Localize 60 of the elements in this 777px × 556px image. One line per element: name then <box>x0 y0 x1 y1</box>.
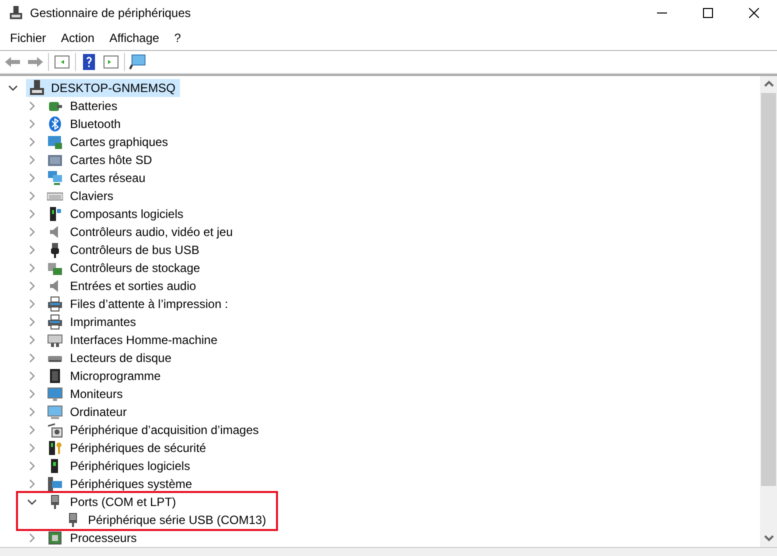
tree-item[interactable]: Ordinateur <box>70 403 127 421</box>
printer-icon <box>47 314 63 330</box>
tree-item[interactable]: Cartes graphiques <box>70 133 168 151</box>
computer-icon <box>29 80 45 96</box>
collapse-chevron-icon[interactable] <box>27 497 37 507</box>
tree-item[interactable]: Microprogramme <box>70 367 161 385</box>
tree-item[interactable]: Moniteurs <box>70 385 123 403</box>
window-title: Gestionnaire de périphériques <box>30 5 191 22</box>
tree-item[interactable]: Contrôleurs de bus USB <box>70 241 200 259</box>
menu-item[interactable]: Affichage <box>109 29 160 47</box>
menu-item[interactable]: ? <box>174 29 181 47</box>
collapse-chevron-icon[interactable] <box>8 83 18 93</box>
device-manager-icon <box>9 6 23 20</box>
chip-icon <box>47 368 63 384</box>
chip-icon <box>47 530 63 546</box>
camera-icon <box>47 422 63 438</box>
tree-item[interactable]: Contrôleurs audio, vidéo et jeu <box>70 223 233 241</box>
panel-icon[interactable] <box>53 53 71 71</box>
help-icon[interactable] <box>80 53 98 71</box>
tree-item[interactable]: Imprimantes <box>70 313 136 331</box>
tree-item[interactable]: Batteries <box>70 97 118 115</box>
tree-item[interactable]: Bluetooth <box>70 115 121 133</box>
storage-icon <box>47 260 63 276</box>
bluetooth-icon <box>47 116 63 132</box>
tree-item[interactable]: Périphérique série USB (COM13) <box>88 511 266 529</box>
tree-item[interactable]: Interfaces Homme-machine <box>70 331 218 349</box>
tree-item[interactable]: Entrées et sorties audio <box>70 277 196 295</box>
tree-item[interactable]: Périphériques logiciels <box>70 457 190 475</box>
monitor-search-icon[interactable] <box>129 53 147 71</box>
tree-item[interactable]: Périphérique d’acquisition d’images <box>70 421 259 439</box>
tree-item[interactable]: Cartes réseau <box>70 169 146 187</box>
monitor-icon <box>47 386 63 402</box>
tree-item[interactable]: Périphériques de sécurité <box>70 439 206 457</box>
tree-item[interactable]: Claviers <box>70 187 114 205</box>
key-icon <box>47 440 63 456</box>
computer-icon <box>47 476 63 492</box>
menu-item[interactable]: Action <box>61 29 94 47</box>
tree-item[interactable]: Cartes hôte SD <box>70 151 152 169</box>
tree-item[interactable]: Périphériques système <box>70 475 192 493</box>
panel-icon[interactable] <box>102 53 120 71</box>
card-icon <box>47 152 63 168</box>
monitor-icon <box>47 404 63 420</box>
tree-root[interactable]: DESKTOP-GNMEMSQ <box>26 79 180 97</box>
tree-item[interactable]: Composants logiciels <box>70 205 184 223</box>
maximize-icon[interactable] <box>703 8 713 18</box>
tree-item[interactable]: Processeurs <box>70 529 137 547</box>
device-icon <box>47 206 63 222</box>
scrollbar[interactable] <box>760 76 777 547</box>
close-icon[interactable] <box>749 8 759 18</box>
menu-item[interactable]: Fichier <box>10 29 46 47</box>
tree-item: DESKTOP-GNMEMSQ <box>51 80 176 97</box>
printer-icon <box>47 296 63 312</box>
tree-item[interactable]: Lecteurs de disque <box>70 349 172 367</box>
expand-chevron-icon[interactable] <box>27 533 37 543</box>
network-icon <box>47 170 63 186</box>
tree-item[interactable]: Contrôleurs de stockage <box>70 259 200 277</box>
tree-item[interactable]: Ports (COM et LPT) <box>70 493 176 511</box>
scrollbar-thumb[interactable] <box>761 93 776 486</box>
display-card-icon <box>47 134 63 150</box>
tree-item[interactable]: Files d’attente à l’impression : <box>70 295 228 313</box>
